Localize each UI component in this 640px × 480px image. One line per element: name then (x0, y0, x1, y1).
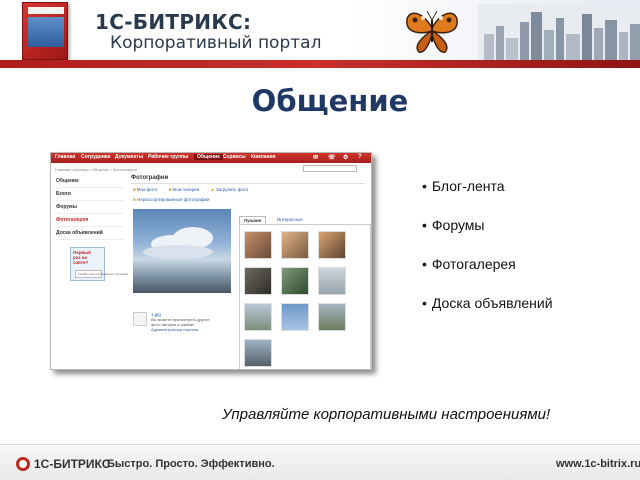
portal-screenshot: Главная Сотрудники Документы Рабочие гру… (50, 152, 372, 370)
footer-url[interactable]: www.1c-bitrix.ru (556, 458, 640, 470)
sidebar-item-communication: Общение (54, 175, 124, 188)
promo-button: Узнайте как пользоваться порталом (75, 270, 128, 278)
my-photos-link: ■Мои фото (133, 187, 158, 192)
thumbnail (244, 231, 272, 259)
thumbnail (281, 303, 309, 331)
tab-interesting: Интересные (277, 217, 303, 222)
bitrix-logo-icon (16, 457, 30, 471)
thumbnail (244, 339, 272, 367)
page-title: Общение (251, 84, 409, 118)
nav-item-communication: Общение (194, 154, 223, 160)
breadcrumb: Главная страница / Общение / Фотогалерея (55, 167, 137, 172)
footer-logo: 1С-БИТРИКС (34, 457, 111, 471)
first-visit-promo: Первый раз на сайте? Узнайте как пользов… (70, 247, 128, 281)
list-item: • Форумы (422, 217, 485, 233)
promo-text: Первый раз на сайте? (73, 250, 91, 265)
avatar (133, 312, 147, 326)
portal-top-nav: Главная Сотрудники Документы Рабочие гру… (51, 153, 371, 163)
featured-photo (133, 209, 231, 293)
thumbnail (281, 231, 309, 259)
photo-note: Вы можете просмотреть другие фото авторо… (151, 317, 210, 332)
thumbnail (244, 267, 272, 295)
list-item: • Доска объявлений (422, 295, 553, 311)
nav-item-home: Главная (55, 154, 76, 160)
footer-tagline: Быстро. Просто. Эффективно. (107, 458, 275, 470)
portal-sidebar: Общение Блоги Форумы Фотогалерея Доска о… (54, 175, 124, 240)
slogan: Управляйте корпоративными настроениями! (222, 406, 551, 423)
tab-best: Лучшие (239, 216, 267, 224)
thumbnail (318, 267, 346, 295)
thumbnail (281, 267, 309, 295)
header-red-bar (0, 60, 640, 68)
help-icon: ? (358, 154, 362, 160)
my-galleries-link: ■Мои галереи (168, 187, 200, 192)
list-item: • Фотогалерея (422, 256, 516, 272)
upload-photo-link: ▲Загрузить фото (210, 187, 249, 192)
nav-item-workgroups: Рабочие группы (148, 154, 189, 160)
header-banner: 1С-БИТРИКС: Корпоративный портал (0, 0, 640, 66)
feature-list: • Блог-лента • Форумы • Фотогалерея • Доска … (422, 178, 553, 334)
sidebar-item-board: Доска объявлений (54, 227, 124, 240)
sidebar-item-forums: Форумы (54, 201, 124, 214)
product-name: Корпоративный портал (110, 33, 322, 53)
photo-toolbar: ■Мои фото ■Мои галереи ▲Загрузить фото (133, 187, 258, 192)
thumbnail-grid (239, 224, 371, 369)
photos-title: Фотографии (131, 175, 365, 184)
chat-icon: ☏ (328, 155, 336, 161)
nav-item-services: Сервисы (223, 154, 246, 160)
settings-icon: ⚙ (343, 155, 349, 161)
nav-item-documents: Документы (115, 154, 144, 160)
butterfly-image (406, 10, 458, 53)
thumbnail (244, 303, 272, 331)
thumbnail (318, 231, 346, 259)
sidebar-item-blogs: Блоги (54, 188, 124, 201)
brand-name: 1С-БИТРИКС: (95, 10, 252, 34)
unsorted-photos-link: ■ Нерассортированные фотографии (133, 197, 210, 202)
product-box-image (22, 2, 68, 60)
portal-main-content: Фотографии ■Мои фото ■Мои галереи ▲Загру… (131, 175, 371, 369)
city-skyline-image (478, 4, 640, 60)
nav-item-employees: Сотрудники (81, 154, 111, 160)
thumbnail (318, 303, 346, 331)
list-item: • Блог-лента (422, 178, 505, 194)
footer: 1С-БИТРИКС Быстро. Просто. Эффективно. w… (0, 444, 640, 480)
nav-item-company: Компания (251, 154, 276, 160)
search-input (303, 165, 357, 172)
mail-icon: ✉ (313, 155, 319, 161)
sidebar-item-photogallery: Фотогалерея (54, 214, 124, 227)
